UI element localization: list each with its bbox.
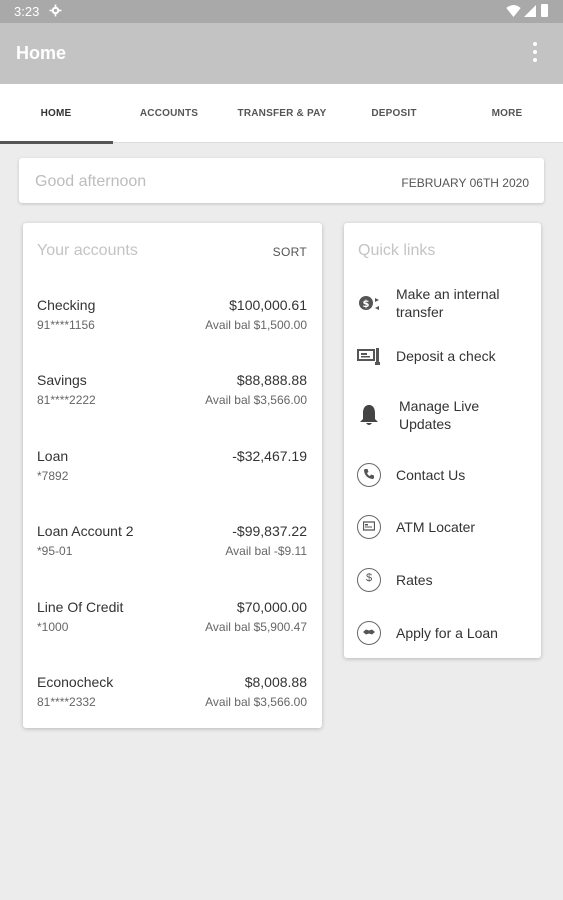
- quick-link-label: Deposit a check: [396, 348, 496, 364]
- quick-link-rates[interactable]: $ Rates: [344, 567, 541, 611]
- quick-link-live-updates[interactable]: Manage Live Updates: [344, 395, 541, 439]
- quick-link-label: ATM Locater: [396, 519, 476, 535]
- tab-label: DEPOSIT: [371, 108, 417, 119]
- tab-label: HOME: [40, 108, 72, 119]
- tab-transfer-pay[interactable]: TRANSFER & PAY: [226, 84, 338, 143]
- quick-link-atm-locater[interactable]: ATM Locater: [344, 514, 541, 558]
- accounts-title: Your accounts: [37, 242, 138, 259]
- account-row-loan[interactable]: Loan *7892 -$32,467.19: [37, 448, 307, 488]
- tab-label: TRANSFER & PAY: [237, 108, 327, 119]
- greeting-text: Good afternoon: [35, 173, 147, 190]
- quick-link-label: Contact Us: [396, 467, 466, 483]
- available-balance: Avail bal $3,566.00: [205, 695, 307, 709]
- svg-text:$: $: [363, 299, 370, 310]
- account-number: *7892: [37, 469, 69, 483]
- overflow-menu-icon[interactable]: [529, 39, 541, 67]
- transfer-icon: $: [357, 291, 381, 315]
- quick-link-internal-transfer[interactable]: $ Make an internal transfer: [344, 285, 541, 329]
- account-balance: -$32,467.19: [232, 448, 307, 464]
- status-bar: 3:23: [0, 0, 563, 23]
- available-balance: Avail bal $3,566.00: [205, 393, 307, 407]
- account-name: Checking: [37, 297, 96, 313]
- quick-link-label: Rates: [396, 572, 433, 588]
- phone-icon: [357, 463, 381, 487]
- accounts-card: Your accounts SORT Checking 91****1156 $…: [23, 223, 322, 728]
- tab-indicator: [0, 141, 113, 144]
- quick-links-card: Quick links $ Make an internal transfer …: [344, 223, 541, 658]
- app-title: Home: [16, 43, 67, 63]
- account-balance: $70,000.00: [236, 599, 307, 615]
- sort-button[interactable]: SORT: [273, 245, 307, 259]
- account-row-loan-account-2[interactable]: Loan Account 2 *95-01 -$99,837.22 Avail …: [37, 523, 307, 563]
- tab-label: ACCOUNTS: [139, 108, 199, 119]
- handshake-icon: [357, 621, 381, 645]
- tab-more[interactable]: MORE: [451, 84, 563, 143]
- account-balance: -$99,837.22: [232, 523, 307, 539]
- account-row-line-of-credit[interactable]: Line Of Credit *1000 $70,000.00 Avail ba…: [37, 599, 307, 639]
- quick-links-title: Quick links: [358, 242, 436, 259]
- account-balance: $88,888.88: [236, 372, 307, 388]
- account-name: Econocheck: [37, 674, 114, 690]
- tab-label: MORE: [491, 108, 523, 119]
- check-icon: [357, 344, 381, 368]
- wifi-icon: [506, 5, 521, 20]
- account-name: Loan Account 2: [37, 523, 134, 539]
- atm-icon: [357, 515, 381, 539]
- quick-link-deposit-check[interactable]: Deposit a check: [344, 341, 541, 385]
- account-balance: $100,000.61: [229, 297, 307, 313]
- available-balance: Avail bal -$9.11: [225, 544, 307, 558]
- account-number: *1000: [37, 620, 69, 634]
- tab-deposit[interactable]: DEPOSIT: [338, 84, 450, 143]
- quick-link-label: Make an internal transfer: [396, 286, 500, 320]
- account-number: 81****2222: [37, 393, 96, 407]
- gear-icon: [49, 4, 62, 20]
- account-number: 81****2332: [37, 695, 96, 709]
- account-row-savings[interactable]: Savings 81****2222 $88,888.88 Avail bal …: [37, 372, 307, 412]
- greeting-card: Good afternoon FEBRUARY 06TH 2020: [19, 158, 544, 203]
- account-name: Savings: [37, 372, 87, 388]
- tab-accounts[interactable]: ACCOUNTS: [113, 84, 225, 143]
- app-bar: Home: [0, 23, 563, 84]
- dollar-icon: $: [357, 568, 381, 592]
- status-time: 3:23: [14, 4, 40, 19]
- quick-link-contact-us[interactable]: Contact Us: [344, 461, 541, 505]
- current-date: FEBRUARY 06TH 2020: [401, 176, 529, 190]
- tab-bar: HOME ACCOUNTS TRANSFER & PAY DEPOSIT MOR…: [0, 84, 563, 144]
- available-balance: Avail bal $1,500.00: [205, 318, 307, 332]
- bell-icon: [357, 403, 381, 427]
- quick-link-label: Manage Live Updates: [399, 398, 480, 432]
- account-row-econocheck[interactable]: Econocheck 81****2332 $8,008.88 Avail ba…: [37, 674, 307, 714]
- quick-link-apply-loan[interactable]: Apply for a Loan: [344, 620, 541, 664]
- tab-home[interactable]: HOME: [0, 84, 113, 144]
- account-name: Line Of Credit: [37, 599, 124, 615]
- account-number: 91****1156: [37, 318, 95, 332]
- account-number: *95-01: [37, 544, 73, 558]
- available-balance: Avail bal $5,900.47: [205, 620, 307, 634]
- battery-icon: [541, 4, 548, 17]
- signal-icon: [524, 5, 536, 20]
- quick-link-label: Apply for a Loan: [396, 625, 498, 641]
- account-balance: $8,008.88: [244, 674, 307, 690]
- account-row-checking[interactable]: Checking 91****1156 $100,000.61 Avail ba…: [37, 297, 307, 337]
- account-name: Loan: [37, 448, 69, 464]
